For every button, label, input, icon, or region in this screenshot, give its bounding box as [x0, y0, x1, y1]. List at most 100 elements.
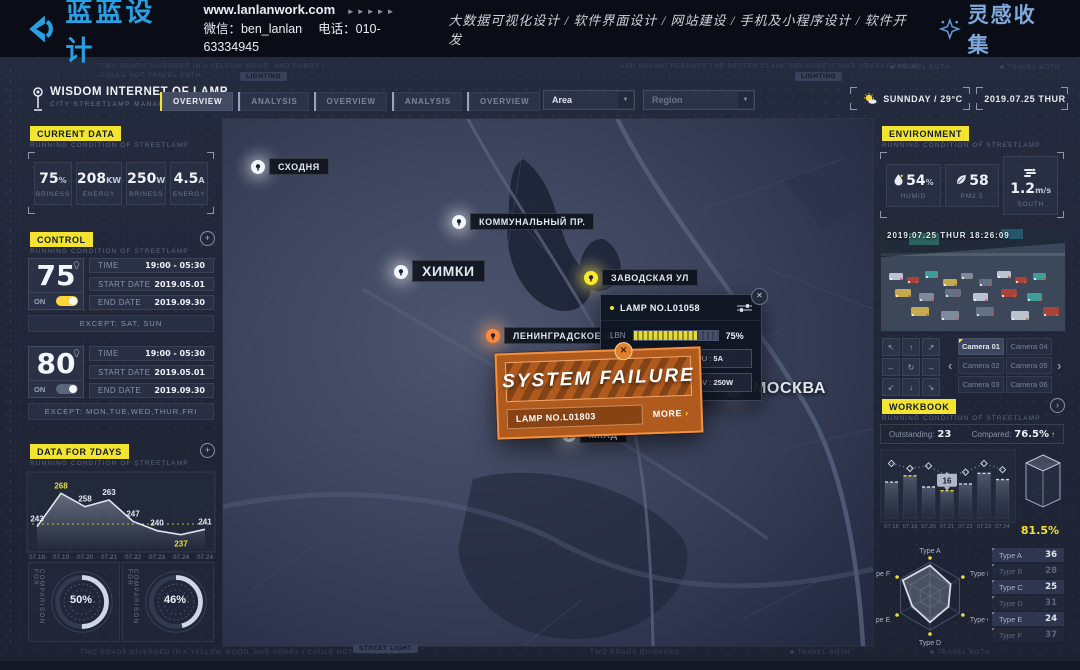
app-root: 蓝蓝设计 www.lanlanwork.com ►►►►► 微信：ben_lan… — [0, 0, 1080, 670]
camera-pan-button[interactable]: ↘ — [922, 378, 940, 396]
power-toggle[interactable] — [56, 384, 78, 394]
popup-close-button[interactable]: ✕ — [751, 288, 768, 305]
cube-3d-icon — [1022, 452, 1064, 512]
compared-label: Compared: — [972, 430, 1012, 439]
svg-text:Type F: Type F — [876, 571, 890, 578]
left-ruler-decoration — [10, 70, 11, 650]
footer-band — [0, 661, 1080, 670]
outstanding-label: Outstanding: — [889, 430, 934, 439]
camera-select-camera-05[interactable]: Camera 05 — [1006, 357, 1052, 374]
workbook-more-button[interactable]: › — [1050, 398, 1065, 413]
type-list-row[interactable]: Type A36 — [992, 548, 1064, 562]
camera-pan-button[interactable]: ↓ — [902, 378, 920, 396]
radar-chart: Type AType BType CType DType EType F — [876, 542, 988, 650]
camera-select-camera-02[interactable]: Camera 02 — [958, 357, 1004, 374]
schedule-row: START DATE2019.05.01 — [89, 277, 214, 292]
svg-text:07.24: 07.24 — [173, 554, 190, 561]
panel-title-data7: DATA FOR 7DAYS — [30, 444, 129, 459]
type-list-row[interactable]: Type E24 — [992, 612, 1064, 626]
tab-overview[interactable]: OVERVIEW — [467, 92, 540, 111]
tab-overview[interactable]: OVERVIEW — [160, 92, 233, 111]
lbn-progress-bar — [633, 330, 719, 341]
type-list-row[interactable]: Type C25 — [992, 580, 1064, 594]
outstanding-value: 23 — [937, 429, 951, 440]
collection-label: 灵感收集 — [968, 0, 1058, 59]
area-select[interactable]: Area ▼ — [543, 90, 635, 110]
camera-refresh-button[interactable]: ↻ — [902, 358, 920, 376]
comparison-gauge-1: COMPARISON FOR 50% — [28, 562, 120, 642]
tab-overview[interactable]: OVERVIEW — [314, 92, 387, 111]
on-label: ON — [34, 297, 45, 306]
brightness-level-block: 75ON — [28, 258, 84, 310]
camera-pan-button[interactable]: ← — [882, 358, 900, 376]
type-list-row[interactable]: Type B28 — [992, 564, 1064, 578]
tab-analysis[interactable]: ANALYSIS — [392, 92, 462, 111]
camera-select-camera-01[interactable]: Camera 01 — [958, 338, 1004, 355]
svg-text:Type B: Type B — [970, 571, 988, 578]
settings-sliders-icon[interactable] — [737, 303, 752, 313]
data7-add-button[interactable]: + — [200, 443, 215, 458]
camera-select-camera-03[interactable]: Camera 03 — [958, 376, 1004, 393]
brightness-level-block: 80ON — [28, 346, 84, 398]
map-pin-lamp[interactable] — [484, 327, 502, 345]
promo-banner: 蓝蓝设计 www.lanlanwork.com ►►►►► 微信：ben_lan… — [0, 0, 1080, 57]
failure-plate: SYSTEM FAILURE — [505, 356, 692, 402]
bulb-icon — [73, 349, 80, 360]
camera-prev-button[interactable]: ‹ — [948, 358, 952, 373]
svg-text:243: 243 — [30, 515, 44, 524]
stat-cell: 58PM2.5 — [945, 164, 1000, 207]
site-url[interactable]: www.lanlanwork.com — [203, 2, 335, 17]
camera-pan-button[interactable]: ↙ — [882, 378, 900, 396]
camera-select-camera-04[interactable]: Camera 04 — [1006, 338, 1052, 355]
camera-video-frame — [881, 227, 1065, 331]
camera-dpad: ↖↑↗ ←↻→ ↙↓↘ — [882, 338, 940, 396]
region-select[interactable]: Region ▼ — [643, 90, 755, 110]
environment-panel: 54%HUMID58PM2.51.2m/sSOUTH — [880, 152, 1064, 218]
camera-pan-button[interactable]: ↖ — [882, 338, 900, 356]
humidity-drop-icon — [893, 173, 906, 189]
date-text: 2019.07.25 THUR — [984, 94, 1066, 104]
deco-checkbox: ■ TRAVEL BOTH — [890, 64, 950, 71]
schedule-row: END DATE2019.09.30 — [89, 383, 214, 398]
panel-subtitle: RUNNING CONDITION OF STREETLAMP — [30, 142, 189, 149]
map-pin-lamp[interactable] — [392, 263, 410, 281]
lbn-label: LBN — [610, 331, 626, 340]
stat-cell: 54%HUMID — [886, 164, 941, 207]
power-toggle[interactable] — [56, 296, 78, 306]
svg-text:07.18: 07.18 — [29, 554, 46, 561]
streetlamp-logo-icon — [30, 86, 46, 112]
panel-title-workbook: WORKBOOK — [882, 399, 956, 414]
camera-pan-button[interactable]: ↗ — [922, 338, 940, 356]
deco-text: TWO ROADS DIVERGED — [590, 649, 680, 656]
map-pin-lamp[interactable] — [450, 213, 468, 231]
map-place-label: ХИМКИ — [412, 260, 485, 282]
stat-cell: 75%BRINESS — [34, 162, 72, 205]
camera-next-button[interactable]: › — [1057, 358, 1061, 373]
deco-text: COULD NOT TRAVEL BOTH — [100, 72, 201, 79]
control-group: 80ONTIME19:00 - 05:30START DATE2019.05.0… — [28, 346, 214, 398]
svg-text:07.18: 07.18 — [884, 524, 899, 530]
control-add-button[interactable]: + — [200, 231, 215, 246]
svg-text:258: 258 — [78, 495, 92, 504]
type-list-row[interactable]: Type D31 — [992, 596, 1064, 610]
area-select-value: Area — [552, 95, 572, 105]
panel-subtitle: RUNNING CONDITION OF STREETLAMP — [882, 415, 1041, 422]
panel-title-environment: ENVIRONMENT — [882, 126, 969, 141]
stat-cell: 250WBRINESS — [126, 162, 166, 205]
panel-title-control: CONTROL — [30, 232, 93, 247]
camera-select-camera-06[interactable]: Camera 06 — [1006, 376, 1052, 393]
tab-analysis[interactable]: ANALYSIS — [238, 92, 308, 111]
svg-text:247: 247 — [126, 509, 140, 518]
type-list-row[interactable]: Type F37 — [992, 628, 1064, 642]
camera-feed[interactable]: 2019.07.25 THUR 18:26:09 — [880, 226, 1066, 332]
map-place-label: СХОДНЯ — [269, 158, 329, 175]
camera-pan-button[interactable]: ↑ — [902, 338, 920, 356]
lbn-percent: 75% — [726, 331, 744, 341]
more-button[interactable]: MORE› — [649, 408, 693, 420]
svg-text:07.22: 07.22 — [958, 524, 973, 530]
map-pin-lamp[interactable] — [582, 269, 600, 287]
svg-text:07.21: 07.21 — [940, 524, 955, 530]
map-pin-lamp[interactable] — [249, 158, 267, 176]
inspiration-collection[interactable]: 灵感收集 — [939, 0, 1058, 59]
camera-pan-button[interactable]: → — [922, 358, 940, 376]
